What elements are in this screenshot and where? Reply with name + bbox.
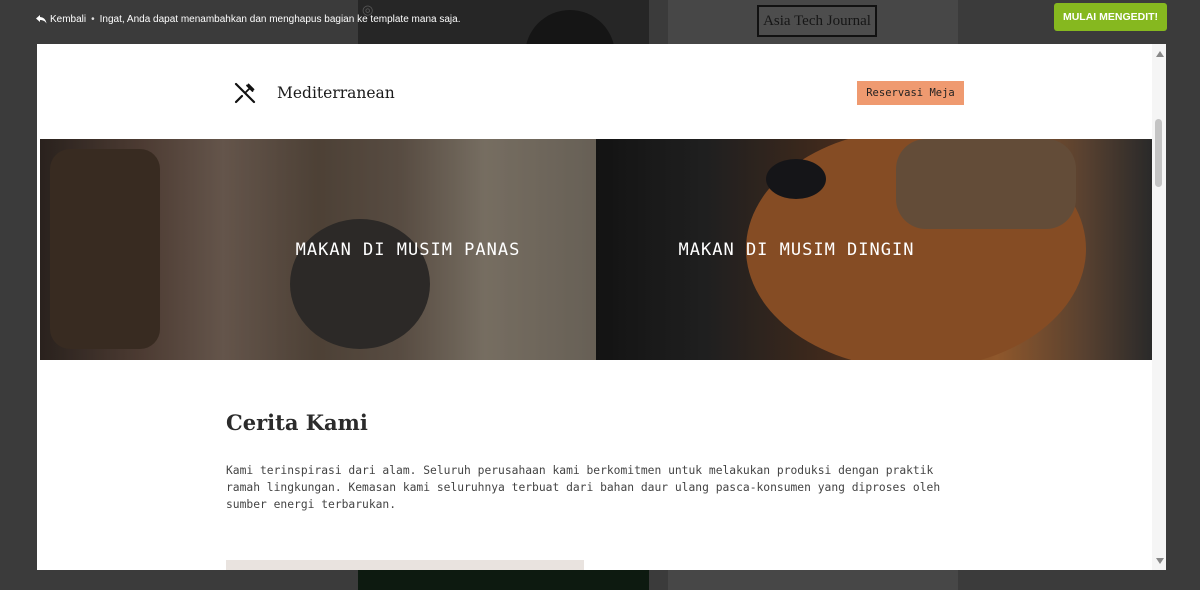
preview-topbar: Kembali • Ingat, Anda dapat menambahkan … — [36, 14, 460, 25]
summer-dining-banner[interactable]: MAKAN DI MUSIM PANAS — [40, 139, 596, 360]
story-title: Cerita Kami — [226, 410, 368, 435]
scroll-up-arrow-icon[interactable] — [1156, 51, 1164, 57]
background-template-card — [668, 570, 958, 590]
back-label: Kembali — [50, 14, 87, 25]
story-image — [226, 560, 584, 570]
site-name[interactable]: Mediterranean — [277, 84, 395, 102]
separator-dot: • — [91, 14, 95, 25]
back-link[interactable]: Kembali — [36, 14, 86, 25]
story-paragraph: Kami terinspirasi dari alam. Seluruh per… — [226, 464, 941, 511]
summer-dining-label: MAKAN DI MUSIM PANAS — [295, 239, 521, 260]
reserve-table-button[interactable]: Reservasi Meja — [857, 81, 964, 105]
fork-knife-icon — [234, 82, 256, 104]
template-preview[interactable]: Mediterranean Reservasi Meja MAKAN DI MU… — [37, 44, 1166, 570]
background-template-card — [358, 570, 649, 590]
back-arrow-icon — [36, 15, 47, 24]
site-header: Mediterranean Reservasi Meja — [37, 44, 1152, 139]
preview-scrollbar[interactable] — [1152, 44, 1166, 570]
winter-dining-label: MAKAN DI MUSIM DINGIN — [678, 239, 915, 260]
scroll-down-arrow-icon[interactable] — [1156, 558, 1164, 564]
scrollbar-thumb[interactable] — [1155, 119, 1162, 187]
notice-text: Ingat, Anda dapat menambahkan dan mengha… — [99, 14, 461, 25]
winter-dining-banner[interactable]: MAKAN DI MUSIM DINGIN — [596, 139, 1152, 360]
start-editing-button[interactable]: MULAI MENGEDIT! — [1054, 3, 1167, 31]
background-template-logo: Asia Tech Journal — [757, 5, 877, 37]
